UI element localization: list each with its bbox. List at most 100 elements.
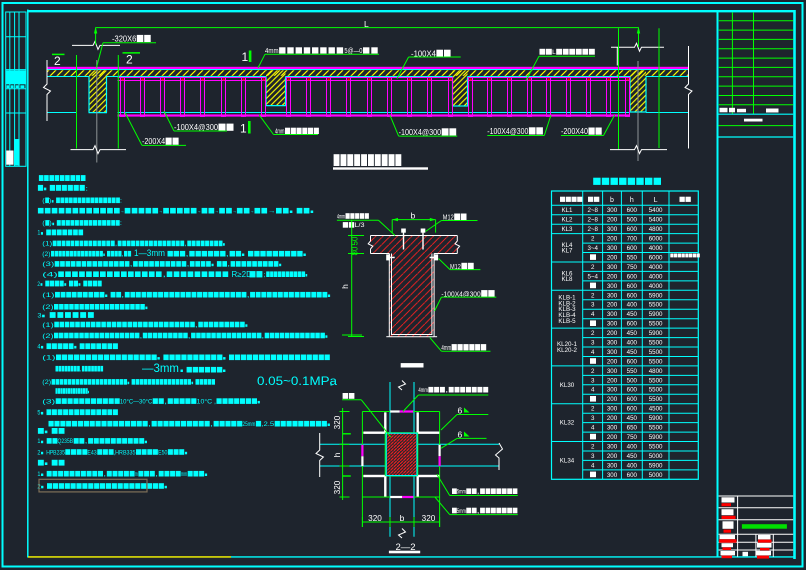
svg-text:5400: 5400 <box>649 207 663 214</box>
svg-text:b: b <box>610 197 614 204</box>
svg-text:3: 3 <box>591 415 595 422</box>
svg-text:4: 4 <box>591 462 595 469</box>
svg-text:1: 1 <box>242 50 249 64</box>
svg-text:200: 200 <box>607 377 618 384</box>
svg-text:1: 1 <box>240 122 247 136</box>
svg-text:4: 4 <box>591 349 595 356</box>
svg-text:650: 650 <box>627 425 638 432</box>
svg-text:3: 3 <box>591 340 595 347</box>
svg-text:300: 300 <box>607 245 618 252</box>
svg-text:1: 1 <box>37 471 41 478</box>
svg-text:4mm: 4mm <box>418 387 428 394</box>
svg-text:200: 200 <box>607 453 618 460</box>
svg-text:KLB-5: KLB-5 <box>558 318 576 325</box>
svg-text:200: 200 <box>607 396 618 403</box>
svg-text:2: 2 <box>591 236 595 243</box>
svg-text:(3): (3) <box>42 398 55 405</box>
svg-text:2~8: 2~8 <box>587 217 598 224</box>
svg-text:5500: 5500 <box>649 377 663 384</box>
svg-text:2: 2 <box>54 54 61 68</box>
svg-text:600: 600 <box>627 406 638 413</box>
svg-text:→: → <box>197 208 201 215</box>
svg-text:750: 750 <box>627 264 638 271</box>
svg-text:3: 3 <box>37 312 42 319</box>
svg-text:2: 2 <box>591 443 595 450</box>
svg-text:5~4: 5~4 <box>587 273 598 280</box>
svg-text:KL32: KL32 <box>560 420 575 427</box>
svg-text:4000: 4000 <box>649 273 663 280</box>
svg-text:500: 500 <box>627 377 638 384</box>
svg-text:5500: 5500 <box>649 425 663 432</box>
svg-text:3~4: 3~4 <box>587 245 598 252</box>
svg-text:300: 300 <box>607 472 618 479</box>
svg-text:1—3mm: 1—3mm <box>134 248 165 258</box>
svg-text:5500: 5500 <box>649 387 663 394</box>
svg-text:Q235B: Q235B <box>58 438 74 445</box>
svg-text:h: h <box>332 452 342 457</box>
svg-text:,: , <box>140 333 143 340</box>
svg-text:5mm: 5mm <box>457 508 466 515</box>
svg-text:-100X4@300: -100X4@300 <box>399 128 442 137</box>
svg-text:300: 300 <box>607 207 618 214</box>
svg-text:,: , <box>227 261 230 268</box>
svg-text:600: 600 <box>627 472 638 479</box>
svg-text:→: → <box>233 208 237 215</box>
svg-text:300: 300 <box>607 368 618 375</box>
svg-text:300: 300 <box>607 349 618 356</box>
svg-text:200: 200 <box>607 434 618 441</box>
svg-text:KL7: KL7 <box>561 248 573 255</box>
svg-text:,: , <box>162 272 166 279</box>
svg-text:,: , <box>477 489 480 496</box>
svg-text:5900: 5900 <box>649 462 663 469</box>
svg-text:4800: 4800 <box>649 226 663 233</box>
svg-text:→: → <box>120 208 124 215</box>
svg-text:1: 1 <box>37 438 41 445</box>
svg-text::: : <box>85 185 89 192</box>
svg-text:4: 4 <box>591 311 595 318</box>
svg-text:600: 600 <box>627 207 638 214</box>
svg-text:,: , <box>261 333 264 340</box>
svg-text:0.05~0.1MPa: 0.05~0.1MPa <box>257 376 338 388</box>
svg-text:300: 300 <box>607 462 618 469</box>
svg-text:4: 4 <box>591 387 595 394</box>
svg-text:2~8: 2~8 <box>587 226 598 233</box>
svg-text:,: , <box>184 241 187 248</box>
svg-text:3: 3 <box>591 302 595 309</box>
svg-text:(2): (2) <box>42 251 50 258</box>
svg-text:5mm: 5mm <box>457 489 466 496</box>
svg-text:;: ; <box>264 272 267 279</box>
svg-text:500: 500 <box>627 217 638 224</box>
svg-text:3: 3 <box>591 453 595 460</box>
svg-text:5500: 5500 <box>649 349 663 356</box>
svg-text:R≥2D: R≥2D <box>232 270 253 279</box>
svg-text:5900: 5900 <box>649 415 663 422</box>
svg-text:。: 。 <box>330 380 337 387</box>
svg-text::: : <box>120 198 123 205</box>
svg-text:600: 600 <box>627 273 638 280</box>
svg-text:L/3: L/3 <box>355 222 366 229</box>
svg-text:,: , <box>164 398 168 405</box>
svg-text:10°C—30°C: 10°C—30°C <box>120 398 153 405</box>
svg-text:600: 600 <box>627 292 638 299</box>
svg-text:(2): (2) <box>42 304 53 311</box>
svg-text:5000: 5000 <box>649 453 663 460</box>
svg-text:6: 6 <box>458 405 463 415</box>
svg-text:KL8: KL8 <box>561 276 573 283</box>
svg-text:,: , <box>188 333 191 340</box>
svg-text:2: 2 <box>591 406 595 413</box>
svg-text:6000: 6000 <box>649 236 663 243</box>
svg-text:2: 2 <box>37 281 40 288</box>
svg-text:200: 200 <box>607 302 618 309</box>
svg-text:2: 2 <box>591 292 595 299</box>
svg-text:450: 450 <box>627 453 638 460</box>
svg-text:,: , <box>85 438 89 445</box>
svg-text:200: 200 <box>607 217 618 224</box>
svg-text:-320X6: -320X6 <box>112 35 137 44</box>
svg-text:-100X4@300: -100X4@300 <box>487 127 529 136</box>
svg-text:200: 200 <box>607 255 618 262</box>
svg-text:300: 300 <box>607 226 618 233</box>
svg-text:(2): (2) <box>42 333 53 340</box>
svg-text:→: → <box>268 208 276 215</box>
svg-text:200: 200 <box>607 358 618 365</box>
svg-text:5500: 5500 <box>649 302 663 309</box>
